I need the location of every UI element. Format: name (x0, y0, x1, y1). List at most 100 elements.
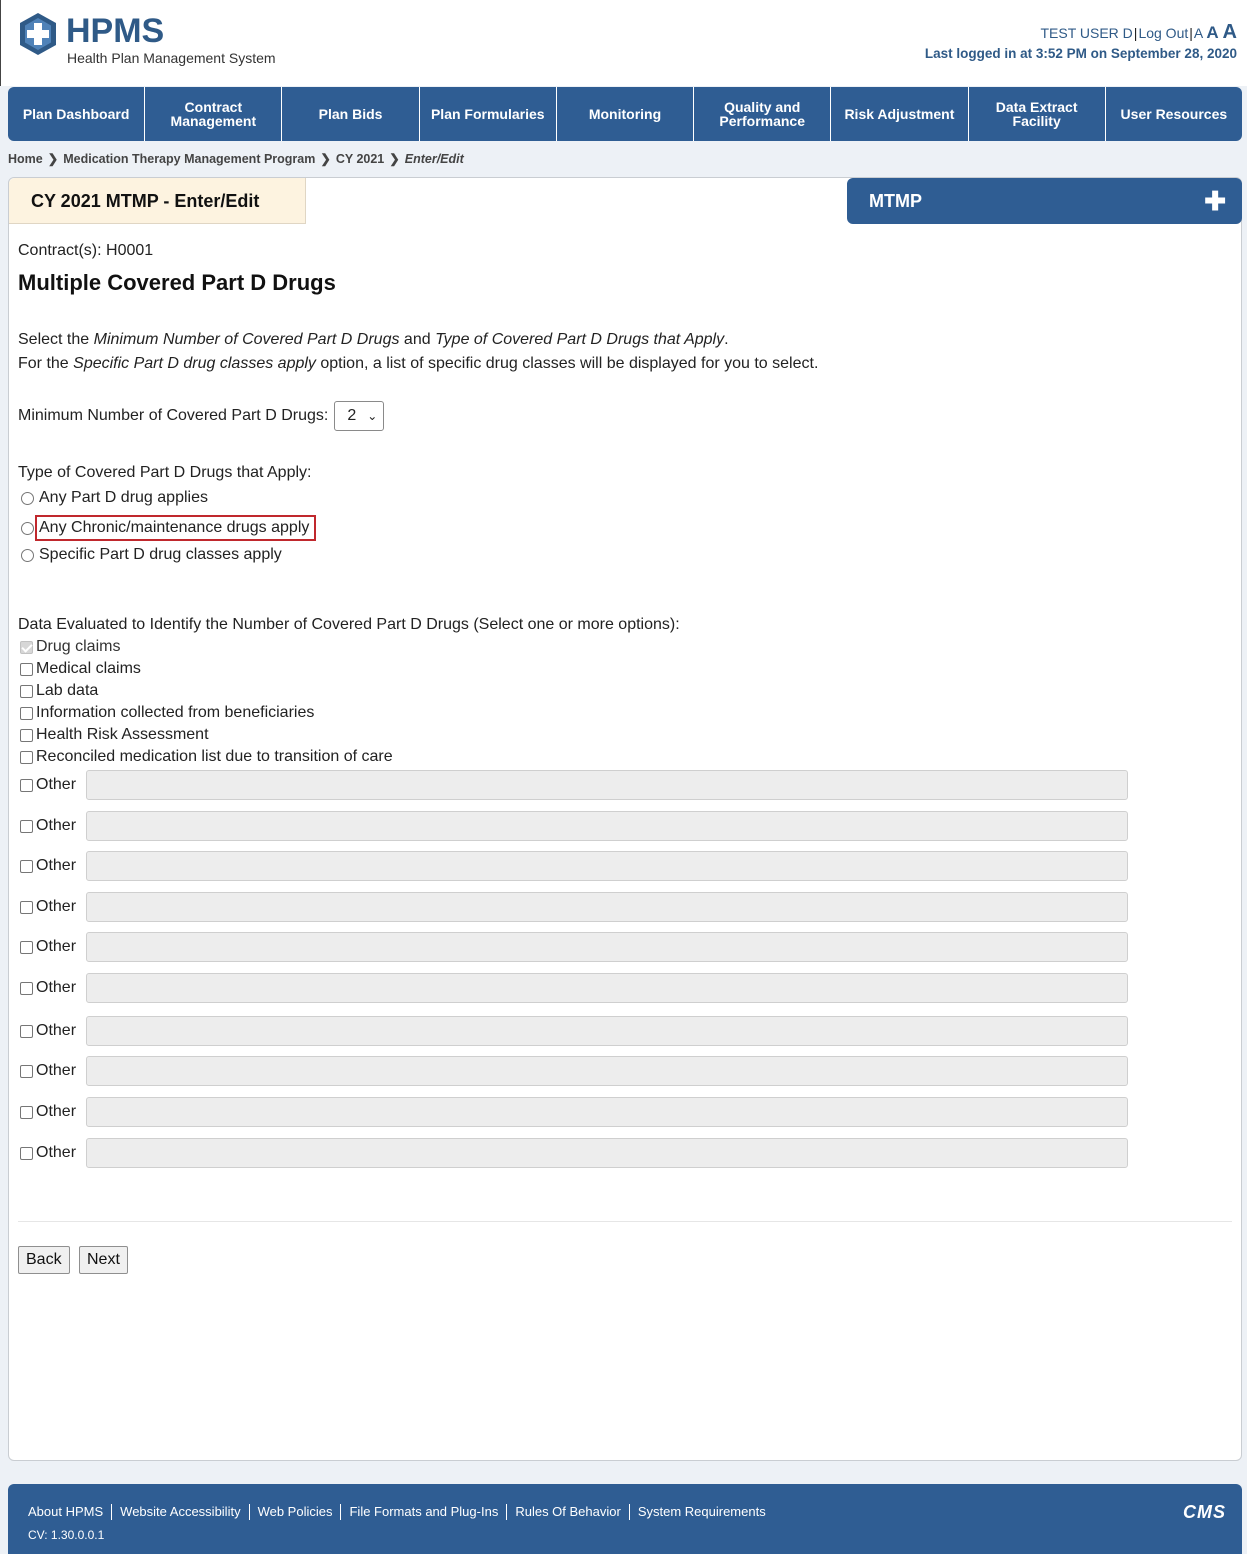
footer-link-system-requirements[interactable]: System Requirements (630, 1504, 774, 1520)
mtmp-menu-toggle[interactable]: MTMP ✚ (847, 178, 1242, 224)
footer-link-web-policies[interactable]: Web Policies (250, 1504, 342, 1520)
separator: | (1133, 25, 1138, 41)
back-button[interactable]: Back (18, 1246, 70, 1274)
other-text-input[interactable] (86, 1138, 1128, 1168)
other-text-input[interactable] (86, 770, 1128, 800)
radio-label[interactable]: Specific Part D drug classes apply (39, 546, 282, 564)
other-text-input[interactable] (86, 811, 1128, 841)
other-label[interactable]: Other (36, 898, 76, 916)
other-label[interactable]: Other (36, 979, 76, 997)
nav-plan-dashboard[interactable]: Plan Dashboard (8, 87, 146, 141)
checkbox[interactable] (20, 662, 33, 676)
min-number-row: Minimum Number of Covered Part D Drugs: … (18, 401, 385, 431)
breadcrumb-program[interactable]: Medication Therapy Management Program (63, 152, 315, 166)
type-label: Type of Covered Part D Drugs that Apply: (18, 464, 312, 481)
radio-chronic-maintenance[interactable]: Any Chronic/maintenance drugs apply (21, 515, 317, 541)
checkbox-health-risk-assessment[interactable]: Health Risk Assessment (20, 726, 209, 744)
nav-plan-bids[interactable]: Plan Bids (282, 87, 420, 141)
other-row: Other (20, 1016, 1128, 1046)
nav-quality-performance[interactable]: Quality and Performance (694, 87, 832, 141)
user-name-link[interactable]: TEST USER D (1040, 25, 1132, 41)
checkbox-label[interactable]: Health Risk Assessment (36, 726, 209, 744)
instruction-text: and (399, 331, 436, 348)
other-text-input[interactable] (86, 932, 1128, 962)
separator: | (1189, 25, 1193, 41)
other-row: Other (20, 1097, 1128, 1127)
checkbox[interactable] (20, 750, 33, 764)
other-label[interactable]: Other (36, 857, 76, 875)
other-checkbox[interactable] (20, 1105, 33, 1119)
instruction-text: . (724, 331, 729, 348)
checkbox-beneficiary-info[interactable]: Information collected from beneficiaries (20, 704, 314, 722)
checkbox-lab-data[interactable]: Lab data (20, 682, 98, 700)
other-checkbox[interactable] (20, 778, 33, 792)
checkbox-medical-claims[interactable]: Medical claims (20, 660, 141, 678)
other-row: Other (20, 1056, 1128, 1086)
other-row: Other (20, 851, 1128, 881)
checkbox (20, 640, 33, 654)
logout-link[interactable]: Log Out (1138, 25, 1188, 41)
radio-label-highlighted[interactable]: Any Chronic/maintenance drugs apply (35, 515, 317, 541)
nav-plan-formularies[interactable]: Plan Formularies (420, 87, 557, 141)
nav-data-extract-facility[interactable]: Data Extract Facility (969, 87, 1106, 141)
other-label[interactable]: Other (36, 776, 76, 794)
other-label[interactable]: Other (36, 817, 76, 835)
other-label[interactable]: Other (36, 938, 76, 956)
chevron-right-icon: ❯ (47, 152, 59, 166)
other-checkbox[interactable] (20, 1024, 33, 1038)
checkbox-label[interactable]: Lab data (36, 682, 98, 700)
footer-link-about[interactable]: About HPMS (28, 1504, 113, 1520)
checkbox[interactable] (20, 684, 33, 698)
footer-link-file-formats[interactable]: File Formats and Plug-Ins (341, 1504, 508, 1520)
breadcrumb-home[interactable]: Home (8, 152, 43, 166)
radio-specific-classes[interactable]: Specific Part D drug classes apply (21, 546, 282, 564)
nav-user-resources[interactable]: User Resources (1106, 87, 1242, 141)
checkbox[interactable] (20, 706, 33, 720)
radio-button[interactable] (21, 491, 34, 505)
other-label[interactable]: Other (36, 1022, 76, 1040)
other-checkbox[interactable] (20, 1146, 33, 1160)
plus-icon[interactable]: ✚ (1204, 178, 1226, 224)
other-text-input[interactable] (86, 1016, 1128, 1046)
font-size-large-button[interactable]: A (1223, 21, 1237, 43)
data-evaluated-label: Data Evaluated to Identify the Number of… (18, 616, 680, 633)
other-checkbox[interactable] (20, 1064, 33, 1078)
next-button[interactable]: Next (79, 1246, 128, 1274)
font-size-medium-button[interactable]: A (1206, 23, 1218, 42)
other-text-input[interactable] (86, 892, 1128, 922)
other-text-input[interactable] (86, 1056, 1128, 1086)
instruction-line-1: Select the Minimum Number of Covered Par… (18, 331, 729, 349)
nav-risk-adjustment[interactable]: Risk Adjustment (831, 87, 969, 141)
other-text-input[interactable] (86, 973, 1128, 1003)
other-row: Other (20, 811, 1128, 841)
other-checkbox[interactable] (20, 900, 33, 914)
other-label[interactable]: Other (36, 1062, 76, 1080)
other-label[interactable]: Other (36, 1144, 76, 1162)
other-checkbox[interactable] (20, 859, 33, 873)
other-text-input[interactable] (86, 1097, 1128, 1127)
breadcrumb-year[interactable]: CY 2021 (336, 152, 384, 166)
other-checkbox[interactable] (20, 981, 33, 995)
other-text-input[interactable] (86, 851, 1128, 881)
checkbox-label[interactable]: Reconciled medication list due to transi… (36, 748, 393, 766)
footer-link-rules-of-behavior[interactable]: Rules Of Behavior (507, 1504, 630, 1520)
checkbox[interactable] (20, 728, 33, 742)
radio-button[interactable] (21, 548, 34, 562)
min-number-select[interactable]: 2 ⌄ (334, 401, 385, 431)
checkbox-reconciled-med-list[interactable]: Reconciled medication list due to transi… (20, 748, 393, 766)
other-checkbox[interactable] (20, 940, 33, 954)
nav-contract-management[interactable]: Contract Management (145, 87, 283, 141)
radio-label[interactable]: Any Part D drug applies (39, 489, 208, 507)
other-label[interactable]: Other (36, 1103, 76, 1121)
instruction-italic: Minimum Number of Covered Part D Drugs (93, 331, 400, 348)
footer-link-accessibility[interactable]: Website Accessibility (112, 1504, 250, 1520)
nav-monitoring[interactable]: Monitoring (557, 87, 695, 141)
other-checkbox[interactable] (20, 819, 33, 833)
instruction-text: For the (18, 355, 74, 372)
checkbox-label[interactable]: Medical claims (36, 660, 141, 678)
instruction-text: Select the (18, 331, 94, 348)
radio-any-part-d[interactable]: Any Part D drug applies (21, 489, 208, 507)
font-size-small-button[interactable]: A (1194, 25, 1203, 41)
radio-button[interactable] (21, 521, 34, 535)
checkbox-label[interactable]: Information collected from beneficiaries (36, 704, 314, 722)
